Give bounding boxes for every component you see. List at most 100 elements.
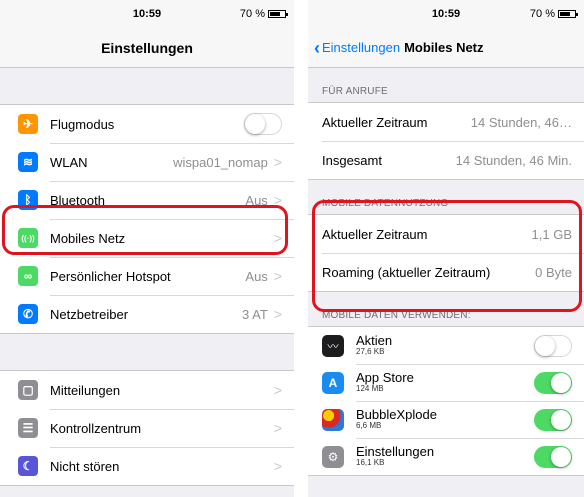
row-label: Persönlicher Hotspot bbox=[50, 268, 171, 284]
status-bar: 10:59 70 % bbox=[0, 0, 294, 28]
cellular-icon: ((·)) bbox=[18, 228, 38, 248]
back-label: Einstellungen bbox=[322, 40, 401, 55]
status-bar: 10:59 70 % bbox=[308, 0, 584, 28]
bubblexplode-toggle[interactable] bbox=[534, 408, 572, 431]
row-bluetooth[interactable]: ᛒ Bluetooth Aus > bbox=[0, 181, 294, 219]
flugmodus-toggle[interactable] bbox=[244, 113, 282, 135]
row-kontrollzentrum[interactable]: ☰ Kontrollzentrum > bbox=[0, 409, 294, 447]
app-name: App Store bbox=[356, 369, 414, 385]
notifications-icon: ▢ bbox=[18, 380, 38, 400]
app-store-icon: A bbox=[322, 371, 344, 394]
row-wlan[interactable]: ≋ WLAN wispa01_nomap > bbox=[0, 143, 294, 181]
row-data-current: Aktueller Zeitraum 1,1 GB bbox=[308, 215, 584, 253]
row-label: Roaming (aktueller Zeitraum) bbox=[322, 264, 491, 280]
battery-percent: 70 % bbox=[529, 8, 555, 20]
chevron-right-icon: > bbox=[273, 192, 282, 208]
row-value: 1,1 GB bbox=[531, 226, 572, 242]
row-value: 14 Stunden, 46 Min. bbox=[455, 152, 572, 168]
battery-icon bbox=[558, 10, 578, 18]
row-value: wispa01_nomap bbox=[173, 154, 268, 170]
app-name: Aktien bbox=[356, 332, 393, 348]
row-value: Aus bbox=[245, 192, 268, 208]
settings-icon: ⚙ bbox=[322, 445, 344, 468]
row-nicht-stoeren[interactable]: ☾ Nicht stören > bbox=[0, 447, 294, 485]
row-label: WLAN bbox=[50, 154, 88, 170]
app-row-aktien: 〰 Aktien 27,6 KB bbox=[308, 327, 584, 364]
row-netzbetreiber[interactable]: ✆ Netzbetreiber 3 AT > bbox=[0, 295, 294, 333]
row-value: Aus bbox=[245, 268, 268, 284]
stocks-icon: 〰 bbox=[322, 334, 344, 357]
battery-indicator: 70 % bbox=[529, 8, 578, 20]
page-title: Einstellungen bbox=[101, 39, 193, 56]
app-size: 27,6 KB bbox=[356, 347, 385, 357]
chevron-right-icon: > bbox=[273, 382, 282, 398]
row-label: Kontrollzentrum bbox=[50, 420, 142, 436]
row-mitteilungen[interactable]: ▢ Mitteilungen > bbox=[0, 371, 294, 409]
row-label: Bluetooth bbox=[50, 192, 105, 208]
row-label: Flugmodus bbox=[50, 116, 115, 132]
app-size: 16,1 KB bbox=[356, 458, 385, 468]
app-info: App Store 124 MB bbox=[356, 369, 534, 394]
app-size: 6,6 MB bbox=[356, 421, 382, 431]
aktien-toggle[interactable] bbox=[534, 334, 572, 357]
chevron-right-icon: > bbox=[273, 458, 282, 474]
calls-group: Aktueller Zeitraum 14 Stunden, 46… Insge… bbox=[308, 102, 584, 180]
row-label: Mitteilungen bbox=[50, 382, 121, 398]
app-size: 124 MB bbox=[356, 384, 384, 394]
row-value: 14 Stunden, 46… bbox=[470, 114, 572, 130]
row-label: Aktueller Zeitraum bbox=[322, 226, 428, 242]
airplane-icon: ✈ bbox=[18, 114, 38, 134]
do-not-disturb-icon: ☾ bbox=[18, 456, 38, 476]
row-label: Nicht stören bbox=[50, 458, 120, 474]
app-row-einstellungen: ⚙ Einstellungen 16,1 KB bbox=[308, 438, 584, 475]
mobile-network-screen: 10:59 70 % ‹ Einstellungen Mobiles Netz … bbox=[308, 0, 584, 497]
row-flugmodus[interactable]: ✈ Flugmodus bbox=[0, 105, 294, 143]
row-mobiles-netz[interactable]: ((·)) Mobiles Netz > bbox=[0, 219, 294, 257]
einstellungen-toggle[interactable] bbox=[534, 445, 572, 468]
chevron-right-icon: > bbox=[273, 154, 282, 170]
section-header-apps: MOBILE DATEN VERWENDEN: bbox=[322, 310, 471, 321]
row-label: Netzbetreiber bbox=[50, 306, 129, 322]
app-name: BubbleXplode bbox=[356, 406, 437, 422]
chevron-right-icon: > bbox=[273, 420, 282, 436]
wifi-icon: ≋ bbox=[18, 152, 38, 172]
app-info: BubbleXplode 6,6 MB bbox=[356, 406, 534, 431]
settings-screen: 10:59 70 % Einstellungen ✈ Flugmodus ≋ W… bbox=[0, 0, 294, 497]
back-button[interactable]: ‹ Einstellungen bbox=[308, 39, 400, 57]
row-hotspot[interactable]: ∞ Persönlicher Hotspot Aus > bbox=[0, 257, 294, 295]
row-calls-current: Aktueller Zeitraum 14 Stunden, 46… bbox=[308, 103, 584, 141]
chevron-left-icon: ‹ bbox=[314, 37, 320, 58]
app-name: Einstellungen bbox=[356, 443, 435, 459]
row-value: 3 AT bbox=[242, 306, 268, 322]
control-center-icon: ☰ bbox=[18, 418, 38, 438]
bluetooth-icon: ᛒ bbox=[18, 190, 38, 210]
nav-bar: ‹ Einstellungen Mobiles Netz bbox=[308, 28, 584, 68]
row-calls-total: Insgesamt 14 Stunden, 46 Min. bbox=[308, 141, 584, 179]
chevron-right-icon: > bbox=[273, 268, 282, 284]
section-header-calls: FÜR ANRUFE bbox=[322, 86, 388, 97]
app-info: Einstellungen 16,1 KB bbox=[356, 443, 534, 468]
hotspot-icon: ∞ bbox=[18, 266, 38, 286]
chevron-right-icon: > bbox=[273, 306, 282, 322]
row-value: 0 Byte bbox=[535, 264, 572, 280]
settings-group-system: ▢ Mitteilungen > ☰ Kontrollzentrum > ☾ N… bbox=[0, 370, 294, 486]
chevron-right-icon: > bbox=[273, 230, 282, 246]
phone-icon: ✆ bbox=[18, 304, 38, 324]
battery-icon bbox=[268, 10, 288, 18]
app-row-bubblexplode: BubbleXplode 6,6 MB bbox=[308, 401, 584, 438]
app-store-toggle[interactable] bbox=[534, 371, 572, 394]
battery-percent: 70 % bbox=[239, 8, 265, 20]
app-info: Aktien 27,6 KB bbox=[356, 332, 534, 357]
row-data-roaming: Roaming (aktueller Zeitraum) 0 Byte bbox=[308, 253, 584, 291]
app-row-app-store: A App Store 124 MB bbox=[308, 364, 584, 401]
row-label: Insgesamt bbox=[322, 152, 382, 168]
settings-group-connectivity: ✈ Flugmodus ≋ WLAN wispa01_nomap > ᛒ Blu… bbox=[0, 104, 294, 334]
data-usage-group: Aktueller Zeitraum 1,1 GB Roaming (aktue… bbox=[308, 214, 584, 292]
row-label: Aktueller Zeitraum bbox=[322, 114, 428, 130]
app-data-group: 〰 Aktien 27,6 KB A App Store 124 MB Bubb… bbox=[308, 326, 584, 476]
nav-bar: Einstellungen bbox=[0, 28, 294, 68]
battery-indicator: 70 % bbox=[239, 8, 288, 20]
section-header-data: MOBILE DATENNUTZUNG bbox=[322, 198, 449, 209]
